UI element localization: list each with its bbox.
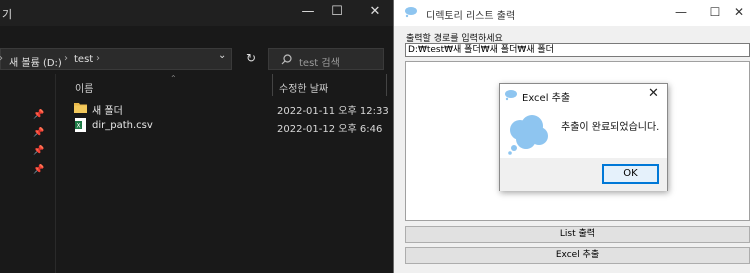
app-close-button[interactable]: ✕ — [722, 0, 750, 24]
search-icon — [281, 54, 292, 65]
search-placeholder: test 검색 — [299, 58, 340, 69]
message-box-close-button[interactable]: ✕ — [648, 86, 659, 101]
folder-icon — [74, 103, 87, 113]
app-titlebar: 디렉토리 리스트 출력 — ☐ ✕ — [394, 0, 750, 26]
message-box-text: 추출이 완료되었습니다. — [561, 122, 660, 133]
app-minimize-button[interactable]: — — [664, 0, 698, 24]
breadcrumb-sep-icon: › — [64, 53, 68, 64]
pin-icon: 📌 — [33, 128, 45, 138]
column-header-modified[interactable]: 수정한 날짜 — [279, 80, 328, 95]
excel-export-message-box: Excel 추출 ✕ 추출이 완료되었습니다. OK — [499, 83, 668, 191]
file-name: dir_path.csv — [92, 120, 153, 131]
message-box-footer: OK — [500, 158, 667, 191]
path-input[interactable]: D:₩test₩새 폴더₩새 폴더₩새 폴더 — [405, 43, 750, 57]
app-title: 디렉토리 리스트 출력 — [426, 11, 516, 22]
explorer-maximize-button[interactable]: ☐ — [320, 0, 354, 24]
breadcrumb-sep-icon: › — [96, 53, 100, 64]
svg-text:X: X — [76, 123, 80, 130]
excel-export-button[interactable]: Excel 추출 — [405, 247, 750, 264]
file-name: 새 폴더 — [92, 106, 123, 117]
file-explorer-window: 기 — ☐ ✕ › 새 볼륨 (D:) › test › ⌄ ↻ test 검색… — [0, 0, 393, 273]
column-header-name[interactable]: 이름 — [75, 80, 93, 95]
message-box-title: Excel 추출 — [522, 93, 571, 104]
address-bar[interactable]: › 새 볼륨 (D:) › test › — [0, 48, 232, 70]
ok-button[interactable]: OK — [602, 164, 659, 184]
refresh-icon[interactable]: ↻ — [242, 49, 260, 67]
search-box[interactable]: test 검색 — [268, 48, 384, 70]
file-row[interactable]: X dir_path.csv 2022-01-12 오후 6:46 — [70, 117, 390, 135]
csv-file-icon: X — [75, 118, 86, 132]
cloud-icon — [405, 7, 417, 18]
column-header-row: ⌃ 이름 수정한 날짜 — [58, 74, 393, 96]
file-row[interactable]: 새 폴더 2022-01-11 오후 12:33 — [70, 99, 390, 117]
explorer-title-fragment: 기 — [2, 8, 13, 21]
pin-icon: 📌 — [33, 110, 45, 120]
address-dropdown-chevron-icon[interactable]: ⌄ — [218, 50, 226, 61]
file-modified-date: 2022-01-12 오후 6:46 — [277, 124, 383, 135]
navigation-pane: 📌 📌 📌 📌 — [0, 74, 56, 273]
file-modified-date: 2022-01-11 오후 12:33 — [277, 106, 389, 117]
pin-icon: 📌 — [33, 165, 45, 175]
column-divider[interactable] — [272, 74, 273, 96]
breadcrumb-drive[interactable]: 새 볼륨 (D:) — [9, 54, 62, 69]
cloud-icon — [505, 90, 517, 101]
list-output-button[interactable]: List 출력 — [405, 226, 750, 243]
sort-ascending-icon: ⌃ — [170, 74, 177, 83]
pin-icon: 📌 — [33, 146, 45, 156]
breadcrumb-folder-test[interactable]: test — [74, 54, 93, 65]
cloud-icon — [508, 115, 548, 155]
column-divider[interactable] — [386, 74, 387, 96]
breadcrumb-sep-icon: › — [0, 53, 3, 64]
explorer-close-button[interactable]: ✕ — [358, 0, 392, 24]
explorer-titlebar: 기 — ☐ ✕ — [0, 0, 393, 26]
